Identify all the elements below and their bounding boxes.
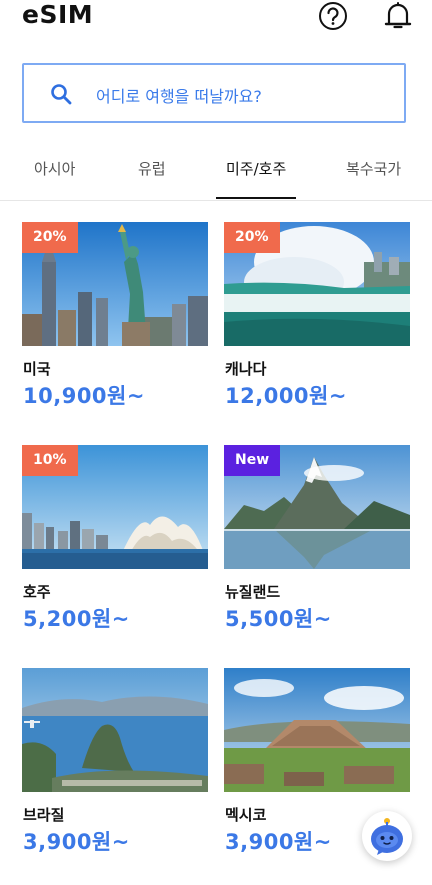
- destination-card-usa[interactable]: 20% 미국 10,900원~: [22, 222, 208, 408]
- destination-price: 3,900원~: [23, 830, 130, 854]
- discount-badge: 20%: [224, 222, 280, 253]
- destination-card-brazil[interactable]: 브라질 3,900원~: [22, 668, 208, 854]
- tab-multi-country[interactable]: 복수국가: [346, 158, 401, 179]
- destination-image-new-zealand: New: [224, 445, 410, 569]
- search-icon: [50, 83, 72, 105]
- destination-image-australia: 10%: [22, 445, 208, 569]
- region-tabs: 아시아 유럽 미주/호주 복수국가: [0, 150, 432, 201]
- search-placeholder: 어디로 여행을 떠날까요?: [96, 87, 262, 106]
- tab-americas-oceania[interactable]: 미주/호주: [226, 158, 286, 179]
- discount-badge: 10%: [22, 445, 78, 476]
- search-input[interactable]: 어디로 여행을 떠날까요?: [22, 63, 406, 123]
- destination-price: 10,900원~: [23, 384, 145, 408]
- destination-price: 12,000원~: [225, 384, 347, 408]
- destination-image-canada: 20%: [224, 222, 410, 346]
- destination-name: 호주: [23, 583, 51, 601]
- destination-card-australia[interactable]: 10% 호주 5,200원~: [22, 445, 208, 631]
- active-tab-indicator: [216, 197, 296, 199]
- destination-price: 5,200원~: [23, 607, 130, 631]
- new-badge: New: [224, 445, 281, 476]
- destination-name: 멕시코: [225, 806, 267, 824]
- chatbot-button[interactable]: [362, 811, 412, 861]
- chatbot-icon: [371, 818, 403, 855]
- destination-image-brazil: [22, 668, 208, 792]
- destination-image-mexico: [224, 668, 410, 792]
- destination-price: 3,900원~: [225, 830, 332, 854]
- destination-name: 캐나다: [225, 360, 267, 378]
- destination-card-new-zealand[interactable]: New 뉴질랜드 5,500원~: [224, 445, 410, 631]
- destination-name: 뉴질랜드: [225, 583, 281, 601]
- bell-icon[interactable]: [382, 0, 414, 32]
- destination-card-mexico[interactable]: 멕시코 3,900원~: [224, 668, 410, 854]
- app-title: eSIM: [22, 0, 94, 29]
- tab-asia[interactable]: 아시아: [34, 158, 75, 179]
- tab-europe[interactable]: 유럽: [138, 158, 166, 179]
- destination-name: 브라질: [23, 806, 65, 824]
- destination-price: 5,500원~: [225, 607, 332, 631]
- destination-image-usa: 20%: [22, 222, 208, 346]
- help-circle-icon[interactable]: [318, 1, 348, 31]
- discount-badge: 20%: [22, 222, 78, 253]
- destination-name: 미국: [23, 360, 51, 378]
- top-bar: eSIM: [0, 0, 432, 40]
- destination-card-canada[interactable]: 20% 캐나다 12,000원~: [224, 222, 410, 408]
